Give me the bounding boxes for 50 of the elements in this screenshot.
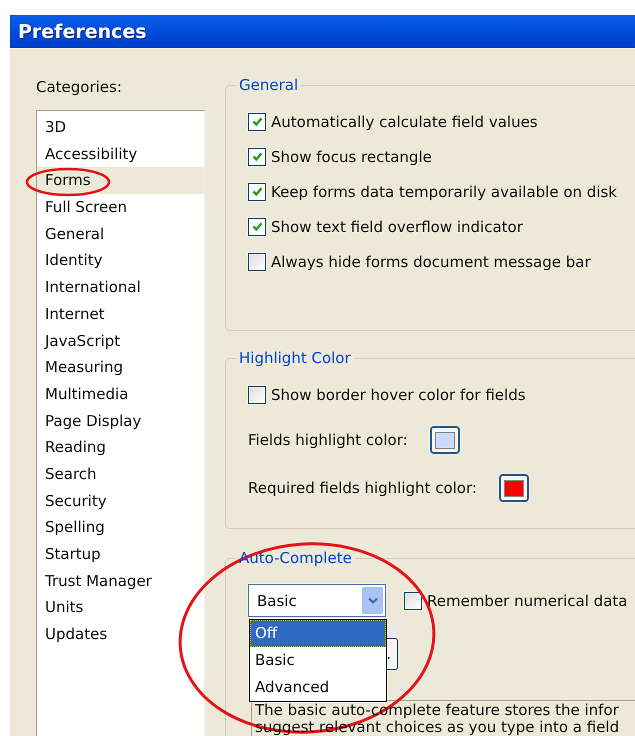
category-item[interactable]: 3D	[37, 114, 204, 141]
dropdown-option[interactable]: Off	[250, 620, 386, 647]
chevron-down-icon	[362, 587, 383, 614]
category-item[interactable]: General	[37, 220, 204, 248]
checkmark-icon	[250, 150, 264, 163]
checkbox[interactable]	[248, 218, 266, 236]
checkbox[interactable]	[248, 148, 266, 166]
color-picker-button[interactable]	[498, 474, 529, 502]
group-title: General	[238, 76, 300, 94]
category-item[interactable]: Multimedia	[37, 380, 204, 408]
category-item[interactable]: Reading	[37, 434, 204, 461]
categories-label: Categories:	[36, 77, 123, 97]
checkbox-label: Show focus rectangle	[271, 148, 432, 166]
checkbox-label: Keep forms data temporarily available on disk	[271, 182, 617, 200]
checkbox[interactable]	[248, 182, 266, 200]
category-item[interactable]: Updates	[37, 621, 204, 648]
category-item[interactable]: Trust Manager	[37, 568, 204, 594]
checkmark-icon	[250, 185, 264, 198]
checkbox-label: Remember numerical data	[427, 592, 628, 610]
category-item[interactable]: Startup	[37, 541, 204, 568]
color-label: Fields highlight color:	[248, 431, 408, 449]
checkbox-label: Show border hover color for fields	[271, 386, 526, 404]
category-item[interactable]: Page Display	[37, 408, 204, 434]
category-item[interactable]: Internet	[37, 300, 204, 328]
color-picker-button[interactable]	[430, 426, 460, 454]
checkbox-label: Automatically calculate field values	[271, 112, 538, 130]
checkbox[interactable]	[248, 112, 266, 130]
color-label: Required fields highlight color:	[248, 479, 477, 497]
checkmark-icon	[250, 220, 264, 233]
checkbox[interactable]	[404, 592, 422, 610]
group-title: Highlight Color	[238, 349, 352, 367]
dropdown-option[interactable]: Basic	[250, 647, 386, 674]
category-item[interactable]: Units	[37, 594, 204, 622]
category-item[interactable]: Security	[37, 488, 204, 514]
category-item[interactable]: JavaScript	[37, 328, 204, 354]
category-item[interactable]: Accessibility	[37, 140, 204, 168]
category-item[interactable]: Full Screen	[37, 194, 204, 221]
category-item[interactable]: International	[37, 274, 204, 301]
category-item[interactable]: Forms	[37, 167, 204, 194]
checkbox-label: Show text field overflow indicator	[271, 218, 523, 236]
window-title: Preferences	[18, 20, 147, 42]
checkbox[interactable]	[248, 386, 266, 404]
category-item[interactable]: Spelling	[37, 514, 204, 541]
dropdown-option[interactable]: Advanced	[250, 674, 386, 701]
checkbox-label: Always hide forms document message bar	[271, 252, 591, 270]
category-item[interactable]: Identity	[37, 247, 204, 274]
checkmark-icon	[250, 115, 264, 128]
checkbox[interactable]	[248, 252, 266, 270]
category-item[interactable]: Search	[37, 460, 204, 488]
category-item[interactable]: Measuring	[37, 354, 204, 381]
